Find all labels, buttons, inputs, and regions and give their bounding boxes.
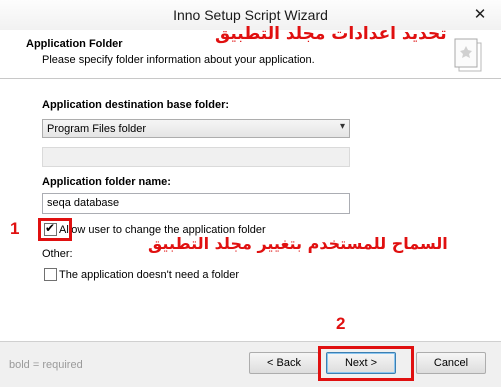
page-subtitle: Please specify folder information about … bbox=[42, 54, 315, 66]
window-title: Inno Setup Script Wizard bbox=[173, 7, 328, 23]
step-1-marker: 1 bbox=[10, 219, 20, 238]
folder-name-input[interactable]: seqa database bbox=[42, 193, 350, 214]
close-icon[interactable]: ✕ bbox=[471, 5, 489, 23]
footer-divider bbox=[0, 341, 501, 342]
folder-name-label: Application folder name: bbox=[42, 176, 171, 188]
dest-folder-value: Program Files folder bbox=[47, 123, 147, 135]
main-panel: Application destination base folder: Pro… bbox=[0, 79, 501, 341]
setup-wizard-icon bbox=[454, 38, 482, 72]
other-label: Other: bbox=[42, 248, 73, 260]
header-annotation: تحديد اعدادات مجلد التطبيق bbox=[215, 24, 447, 44]
chevron-down-icon: ▾ bbox=[339, 121, 345, 132]
dest-folder-select[interactable]: Program Files folder ▾ bbox=[42, 119, 350, 138]
custom-folder-field bbox=[42, 147, 350, 167]
no-folder-label: The application doesn't need a folder bbox=[59, 269, 240, 281]
highlight-checkbox bbox=[38, 218, 72, 241]
checkbox-annotation: السماح للمستخدم بتغيير مجلد التطبيق bbox=[148, 234, 448, 253]
no-folder-checkbox[interactable] bbox=[44, 268, 57, 281]
wizard-window: Inno Setup Script Wizard ✕ Application F… bbox=[0, 0, 501, 387]
wizard-header: Application Folder Please specify folder… bbox=[0, 24, 501, 79]
dest-folder-label: Application destination base folder: bbox=[42, 99, 230, 111]
cancel-button[interactable]: Cancel bbox=[416, 352, 486, 374]
required-note: bold = required bbox=[9, 359, 83, 371]
highlight-next bbox=[318, 346, 414, 381]
back-button[interactable]: < Back bbox=[249, 352, 319, 374]
page-title: Application Folder bbox=[26, 38, 123, 50]
step-2-marker: 2 bbox=[336, 314, 346, 333]
